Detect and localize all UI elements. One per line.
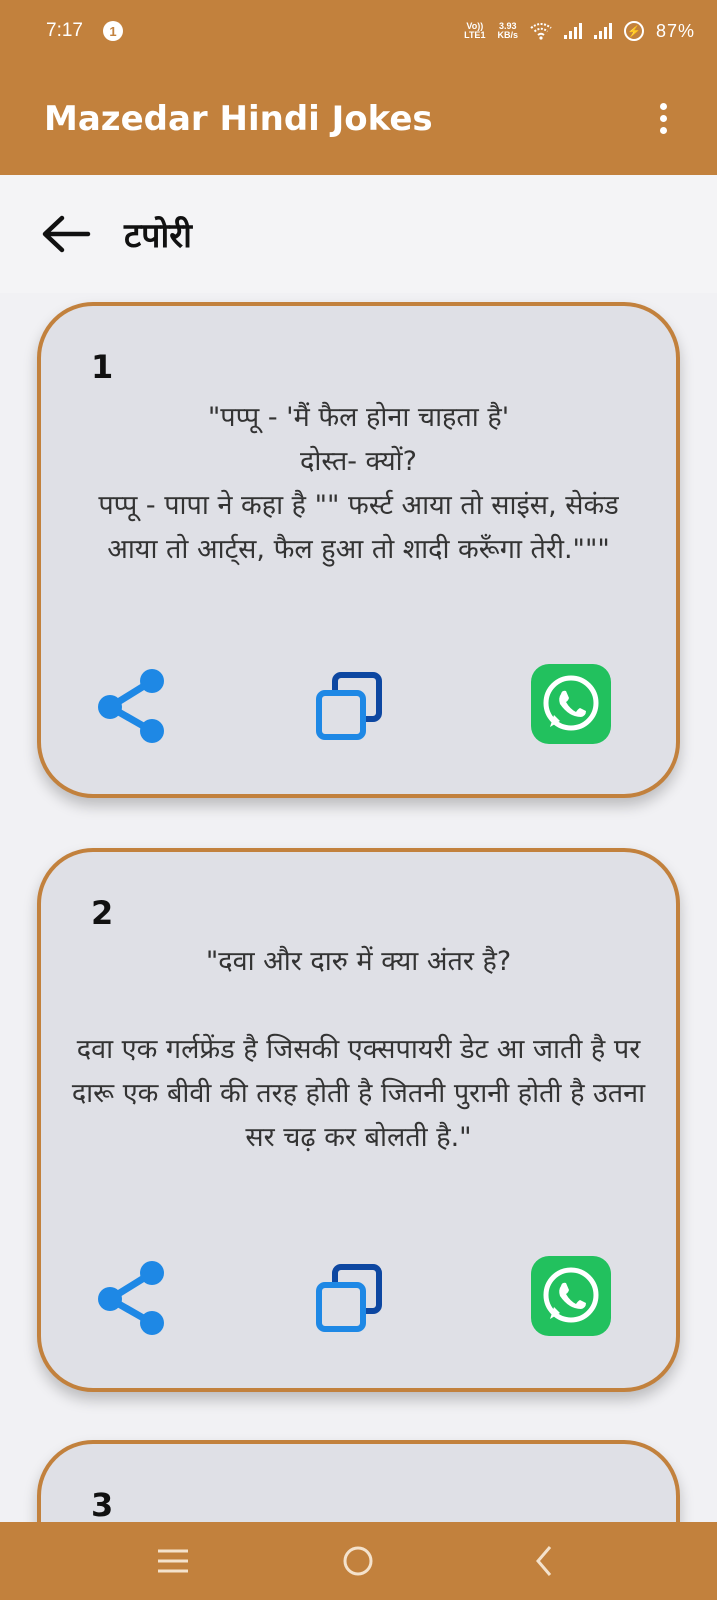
- share-button[interactable]: [91, 1258, 173, 1340]
- share-icon: [98, 1261, 164, 1335]
- menu-lines-icon[interactable]: [143, 1536, 203, 1586]
- whatsapp-button[interactable]: [531, 1256, 611, 1336]
- joke-text: "पप्पू - 'मैं फैल होना चाहता है' दोस्त- …: [98, 402, 619, 565]
- joke-number: 2: [91, 894, 114, 932]
- notification-badge: 1: [102, 21, 123, 41]
- app-bar: Mazedar Hindi Jokes: [0, 62, 717, 175]
- joke-card-2: 2 "दवा और दारु में क्या अंतर है? दवा एक …: [37, 848, 680, 1392]
- category-title: टपोरी: [124, 216, 192, 256]
- share-icon: [98, 669, 164, 743]
- whatsapp-icon: [543, 1267, 599, 1323]
- home-circle-icon[interactable]: [328, 1536, 388, 1586]
- joke-text: "दवा और दारु में क्या अंतर है? दवा एक गर…: [71, 946, 646, 1153]
- joke-number: 1: [91, 348, 114, 386]
- wifi-icon: [530, 23, 552, 40]
- chevron-left-icon[interactable]: [514, 1536, 574, 1586]
- arrow-back-icon[interactable]: [40, 214, 92, 254]
- joke-card-1: 1 "पप्पू - 'मैं फैल होना चाहता है' दोस्त…: [37, 302, 680, 798]
- signal-icon-2: [593, 23, 612, 39]
- status-icons: Vo)) LTE1 3.93 KB/s ⚡ 87%: [464, 21, 695, 42]
- copy-button[interactable]: [308, 1258, 390, 1340]
- battery-percent: 87%: [655, 20, 695, 41]
- battery-charging-icon: ⚡: [623, 21, 644, 41]
- whatsapp-button[interactable]: [531, 664, 611, 744]
- system-nav-bar: [0, 1522, 717, 1600]
- copy-icon: [316, 672, 382, 740]
- copy-button[interactable]: [308, 666, 390, 748]
- copy-icon: [316, 1264, 382, 1332]
- volte-indicator: Vo)) LTE1: [464, 21, 486, 40]
- category-header: टपोरी: [0, 175, 717, 293]
- more-vert-icon[interactable]: [654, 97, 673, 140]
- network-speed: 3.93 KB/s: [497, 21, 518, 40]
- app-title: Mazedar Hindi Jokes: [44, 98, 433, 139]
- share-button[interactable]: [91, 666, 173, 748]
- whatsapp-icon: [543, 675, 599, 731]
- signal-icon-1: [563, 23, 582, 39]
- status-time: 7:17: [46, 20, 83, 41]
- status-bar: 7:17 1 Vo)) LTE1 3.93 KB/s ⚡ 87%: [0, 0, 717, 62]
- joke-number: 3: [91, 1486, 114, 1524]
